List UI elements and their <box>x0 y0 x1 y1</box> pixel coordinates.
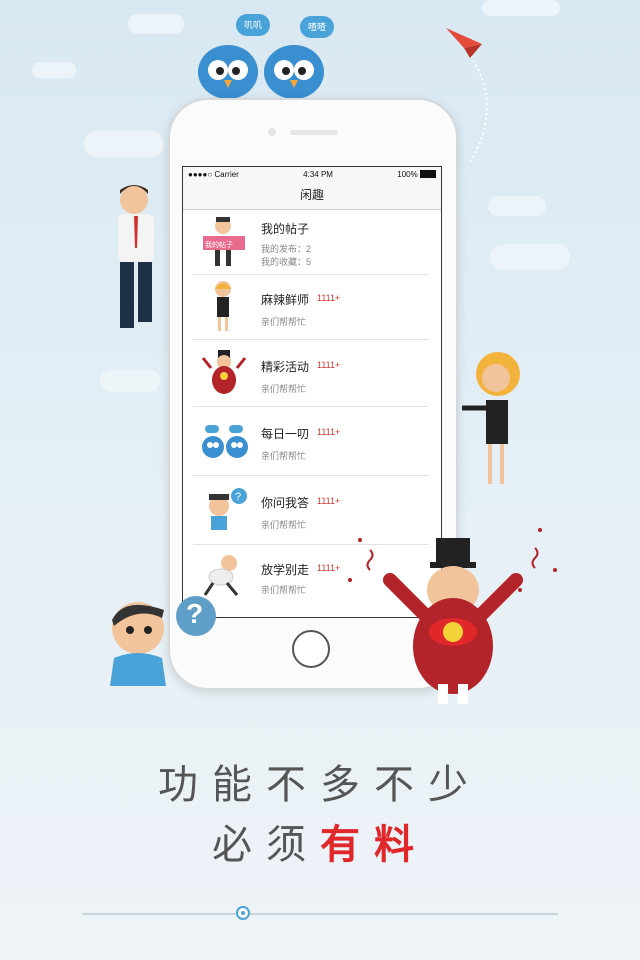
slogan-highlight-text: 有料 <box>320 823 428 867</box>
row-subtitle: 亲们帮帮忙 <box>261 384 307 394</box>
businesswoman-illustration <box>462 352 520 484</box>
page-indicator-track <box>82 913 558 915</box>
row-title: 每日一叨 <box>261 427 310 441</box>
home-button[interactable] <box>292 630 330 668</box>
row-title: 放学别走 <box>261 563 310 577</box>
ringmaster-illustration <box>348 528 557 704</box>
row-count-badge: 1111+ <box>317 563 341 573</box>
nav-bar: 闲趣 <box>183 181 441 210</box>
left-bird-icon <box>198 45 258 99</box>
carrier-label: ●●●●○ Carrier <box>188 169 239 179</box>
row-count-badge: 1111+ <box>317 496 341 506</box>
ringmaster-avatar-icon <box>201 350 247 394</box>
birds-avatar-icon <box>202 425 248 458</box>
cloud-decoration <box>488 196 546 216</box>
cloud-decoration <box>490 244 570 270</box>
status-bar: ●●●●○ Carrier 4:34 PM 100% <box>183 167 441 181</box>
row-subtitle: 亲们帮帮忙 <box>261 317 307 327</box>
slogan-line-2: 必须有料 <box>0 812 640 870</box>
nav-title: 闲趣 <box>299 188 324 202</box>
right-bird-icon <box>264 45 324 99</box>
question-mark-icon: ? <box>186 598 204 629</box>
confused-boy-illustration <box>110 596 216 686</box>
slogan-plain-text: 必须 <box>212 823 320 867</box>
row-title: 精彩活动 <box>261 360 310 374</box>
cloud-decoration <box>84 130 164 158</box>
cloud-decoration <box>128 14 184 34</box>
birds-group: 叽叽 喳喳 <box>196 14 334 100</box>
slogan-line-1: 功能不多不少 <box>158 763 482 807</box>
row-count-badge: 1111+ <box>317 293 341 303</box>
row-count-badge: 1111+ <box>317 427 341 437</box>
battery-label: 100% <box>397 170 436 179</box>
row-subtitle: 亲们帮帮忙 <box>261 520 307 530</box>
svg-text:?: ? <box>235 491 241 503</box>
woman-avatar-icon <box>215 281 231 331</box>
cloud-decoration <box>482 0 560 16</box>
list-item-daily[interactable]: 每日一叨 1111+ 亲们帮帮忙 <box>193 407 429 476</box>
row-subtitle: 亲们帮帮忙 <box>261 585 307 595</box>
right-speech-bubble: 喳喳 <box>300 16 334 38</box>
sign-text: 我的帖子 <box>205 242 233 249</box>
front-camera <box>268 128 276 136</box>
row-count-badge: 1111+ <box>317 360 341 370</box>
cloud-decoration <box>32 62 76 78</box>
earpiece-speaker <box>290 130 338 135</box>
question-boy-avatar-icon: ? <box>209 488 247 530</box>
cloud-decoration <box>100 370 160 392</box>
left-speech-bubble: 叽叽 <box>236 14 270 36</box>
row-title: 我的帖子 <box>261 222 310 236</box>
businessman-illustration <box>118 185 154 328</box>
row-title: 你问我答 <box>261 496 310 510</box>
row-subtitle-favorites: 我的收藏：5 <box>261 257 312 267</box>
page-indicator-dot[interactable] <box>236 906 250 920</box>
row-subtitle-posts: 我的发布：2 <box>261 244 312 254</box>
list-item-teacher[interactable]: 麻辣鲜师 1111+ 亲们帮帮忙 <box>193 275 429 340</box>
row-subtitle: 亲们帮帮忙 <box>261 451 307 461</box>
clock-label: 4:34 PM <box>303 169 333 179</box>
list-item-my-posts[interactable]: 我的帖子 我的帖子 我的发布：2 我的收藏：5 <box>193 210 429 275</box>
list-item-events[interactable]: 精彩活动 1111+ 亲们帮帮忙 <box>193 340 429 407</box>
row-title: 麻辣鲜师 <box>261 293 310 307</box>
battery-icon <box>419 170 436 179</box>
